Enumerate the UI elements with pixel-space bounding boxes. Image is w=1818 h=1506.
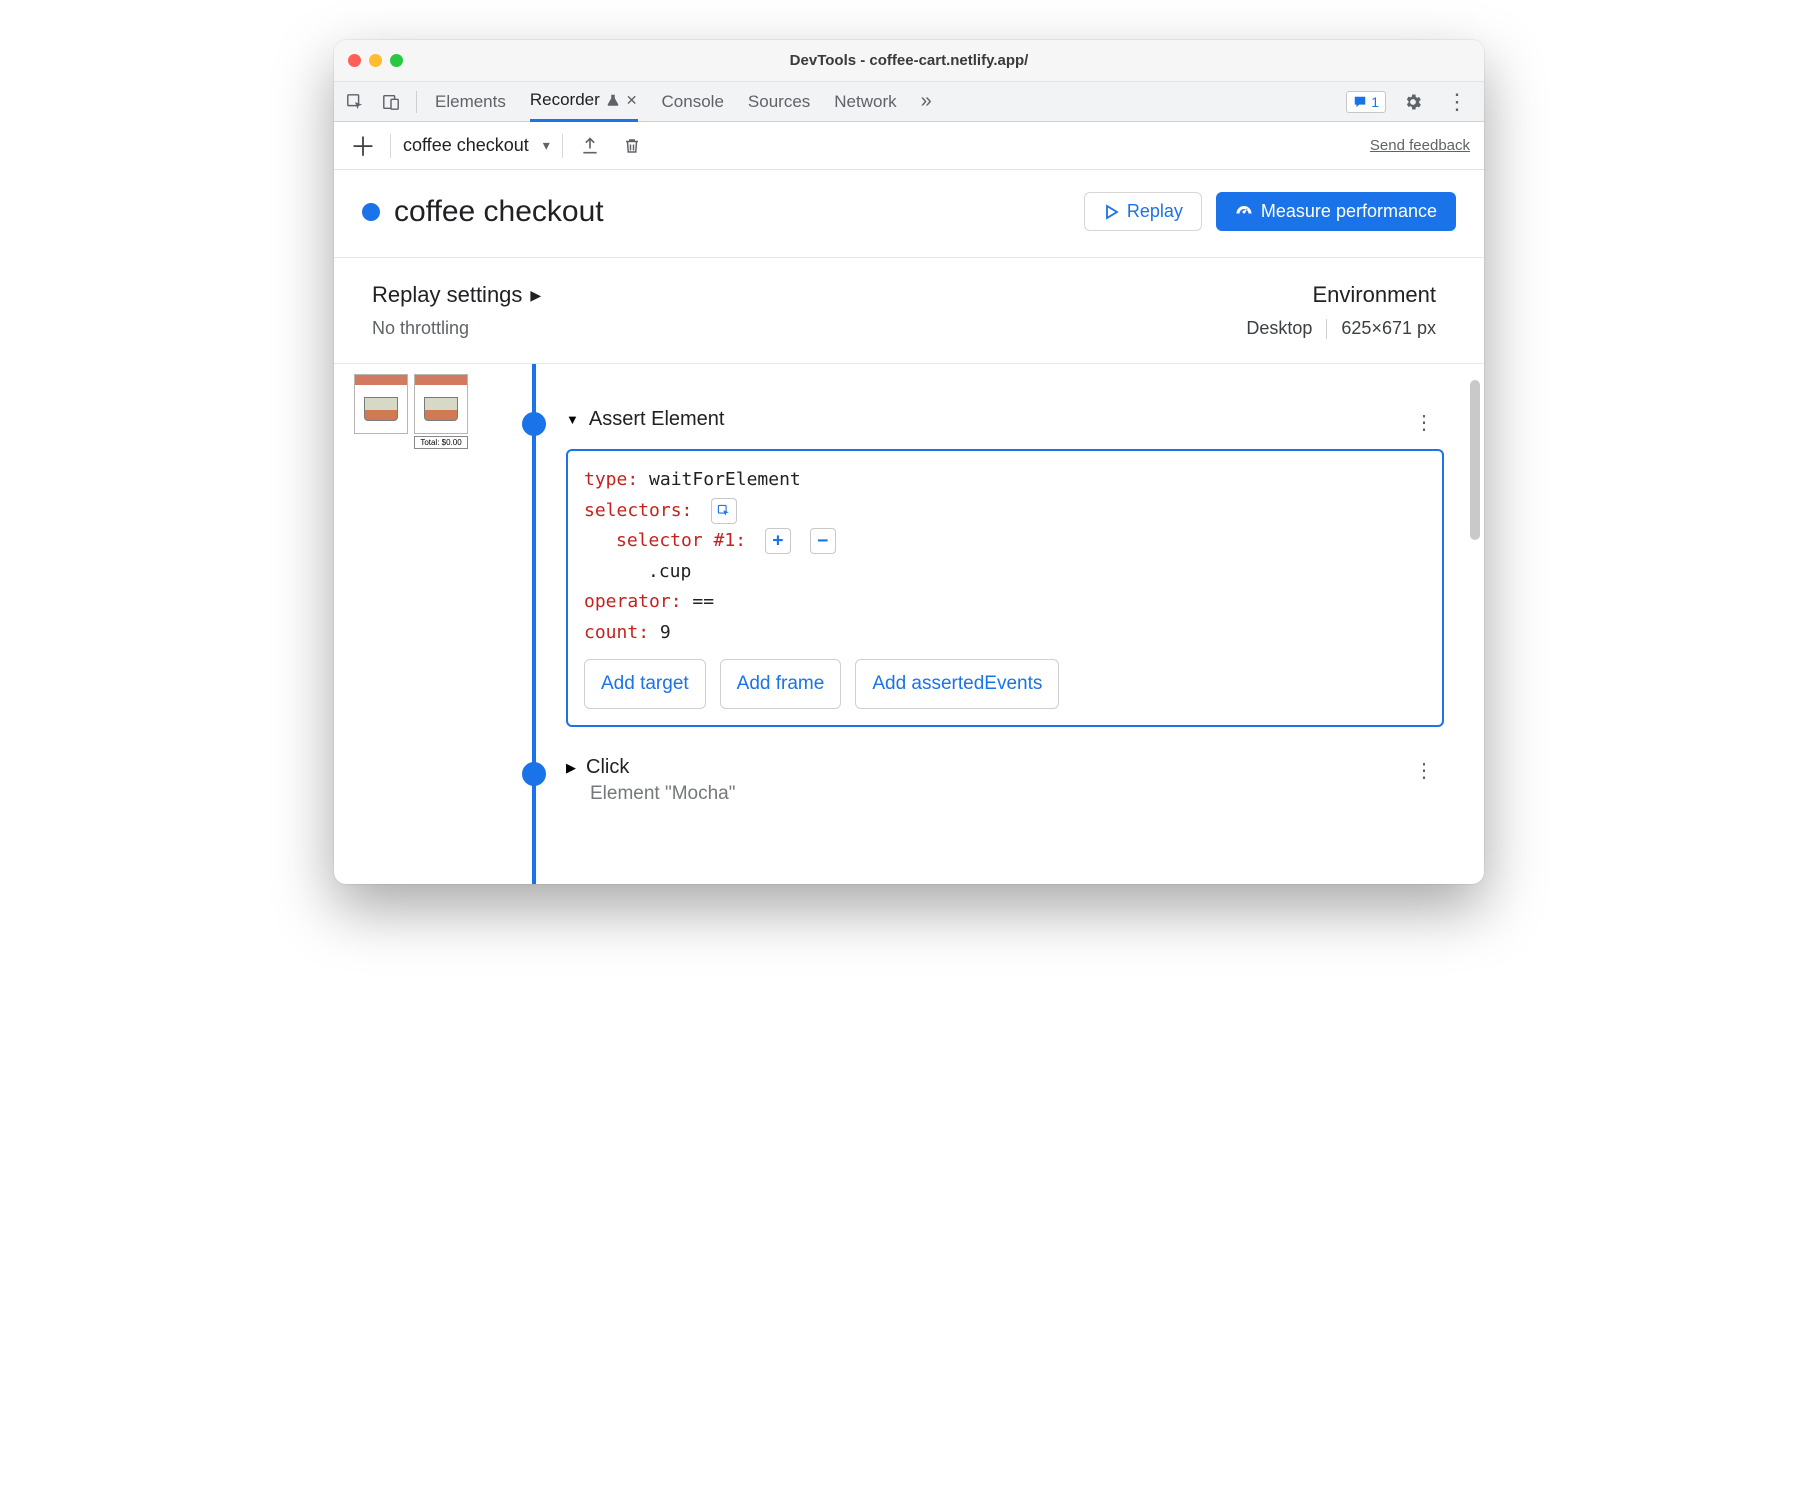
pick-selector-icon[interactable] — [711, 498, 737, 524]
steps-timeline: Total: $0.00 ▼ Assert Element ⋮ type: wa… — [334, 364, 1484, 884]
thumbnail[interactable] — [354, 374, 408, 449]
recording-status-dot — [362, 203, 380, 221]
scrollbar[interactable] — [1470, 380, 1480, 540]
tab-console[interactable]: Console — [662, 82, 724, 122]
recording-title: coffee checkout — [394, 195, 1070, 229]
step-assert-element: ▼ Assert Element ⋮ type: waitForElement … — [566, 408, 1444, 727]
tab-recorder-label: Recorder — [530, 90, 600, 110]
more-tabs-icon[interactable]: » — [921, 82, 932, 122]
tab-sources[interactable]: Sources — [748, 82, 810, 122]
timeline-node — [522, 762, 546, 786]
key-count: count — [584, 622, 638, 643]
measure-performance-button[interactable]: Measure performance — [1216, 192, 1456, 231]
add-selector-button[interactable]: + — [765, 528, 791, 554]
send-feedback-link[interactable]: Send feedback — [1370, 137, 1470, 154]
remove-selector-button[interactable]: − — [810, 528, 836, 554]
panel-tabs: Elements Recorder ✕ Console Sources Netw… — [425, 82, 1344, 122]
screenshot-thumbnails: Total: $0.00 — [354, 374, 468, 449]
replay-settings-toggle[interactable]: Replay settings ▶ — [372, 282, 1246, 308]
chat-icon — [1353, 95, 1367, 109]
separator — [1326, 319, 1327, 339]
export-icon[interactable] — [575, 131, 605, 161]
environment-values: Desktop 625×671 px — [1246, 318, 1436, 339]
replay-button[interactable]: Replay — [1084, 192, 1202, 231]
tabbar-right: 1 ⋮ — [1346, 85, 1480, 119]
collapse-icon: ▼ — [566, 412, 579, 427]
step-header[interactable]: ▶ Click — [566, 756, 1444, 779]
chevron-right-icon: ▶ — [530, 287, 541, 304]
separator — [562, 134, 563, 158]
inspect-element-icon[interactable] — [338, 85, 372, 119]
new-recording-button[interactable]: ＋ — [348, 131, 378, 161]
replay-label: Replay — [1127, 201, 1183, 222]
step-title: Assert Element — [589, 408, 725, 431]
devtools-tabbar: Elements Recorder ✕ Console Sources Netw… — [334, 82, 1484, 122]
env-dimensions: 625×671 px — [1341, 318, 1436, 339]
separator — [390, 134, 391, 158]
window-title: DevTools - coffee-cart.netlify.app/ — [334, 52, 1484, 69]
settings-row: Replay settings ▶ No throttling Environm… — [334, 258, 1484, 364]
recording-selector[interactable]: coffee checkout ▾ — [403, 135, 550, 156]
settings-gear-icon[interactable] — [1396, 85, 1430, 119]
replay-settings-label: Replay settings — [372, 282, 522, 308]
timeline-rail — [532, 364, 536, 884]
thumbnail[interactable]: Total: $0.00 — [414, 374, 468, 449]
thumbnail-total: Total: $0.00 — [414, 436, 468, 449]
env-device: Desktop — [1246, 318, 1312, 339]
val-type: waitForElement — [649, 469, 801, 490]
devtools-window: DevTools - coffee-cart.netlify.app/ Elem… — [334, 40, 1484, 884]
separator — [416, 91, 417, 113]
val-operator[interactable]: == — [692, 591, 714, 612]
delete-icon[interactable] — [617, 131, 647, 161]
chevron-down-icon: ▾ — [543, 137, 550, 154]
step-click: ▶ Click ⋮ Element "Mocha" — [566, 756, 1444, 805]
kebab-menu-icon[interactable]: ⋮ — [1440, 85, 1474, 119]
play-icon — [1103, 204, 1119, 220]
environment-label: Environment — [1246, 282, 1436, 308]
timeline-node — [522, 412, 546, 436]
tab-recorder[interactable]: Recorder ✕ — [530, 82, 638, 122]
key-selector-1: selector #1 — [616, 530, 735, 551]
key-selectors: selectors — [584, 500, 682, 521]
flask-icon — [606, 93, 620, 107]
step-subtitle: Element "Mocha" — [566, 783, 1444, 805]
add-frame-button[interactable]: Add frame — [720, 659, 842, 709]
gauge-icon — [1235, 203, 1253, 221]
key-operator: operator — [584, 591, 671, 612]
issues-badge[interactable]: 1 — [1346, 91, 1386, 113]
step-header[interactable]: ▼ Assert Element — [566, 408, 1444, 431]
recording-name: coffee checkout — [403, 135, 529, 156]
key-type: type — [584, 469, 627, 490]
step-menu-icon[interactable]: ⋮ — [1414, 410, 1434, 435]
add-asserted-events-button[interactable]: Add assertedEvents — [855, 659, 1059, 709]
tab-network[interactable]: Network — [834, 82, 896, 122]
device-toolbar-icon[interactable] — [374, 85, 408, 119]
val-count[interactable]: 9 — [660, 622, 671, 643]
recorder-toolbar: ＋ coffee checkout ▾ Send feedback — [334, 122, 1484, 170]
tab-elements[interactable]: Elements — [435, 82, 506, 122]
step-title: Click — [586, 756, 629, 779]
add-target-button[interactable]: Add target — [584, 659, 706, 709]
close-tab-icon[interactable]: ✕ — [626, 92, 638, 109]
step-menu-icon[interactable]: ⋮ — [1414, 758, 1434, 783]
issues-count: 1 — [1371, 94, 1379, 110]
expand-icon: ▶ — [566, 760, 576, 776]
selector-value[interactable]: .cup — [648, 561, 691, 582]
step-details: type: waitForElement selectors: selector… — [566, 449, 1444, 727]
recorder-header: coffee checkout Replay Measure performan… — [334, 170, 1484, 258]
measure-label: Measure performance — [1261, 201, 1437, 222]
throttling-value: No throttling — [372, 318, 1246, 339]
titlebar: DevTools - coffee-cart.netlify.app/ — [334, 40, 1484, 82]
